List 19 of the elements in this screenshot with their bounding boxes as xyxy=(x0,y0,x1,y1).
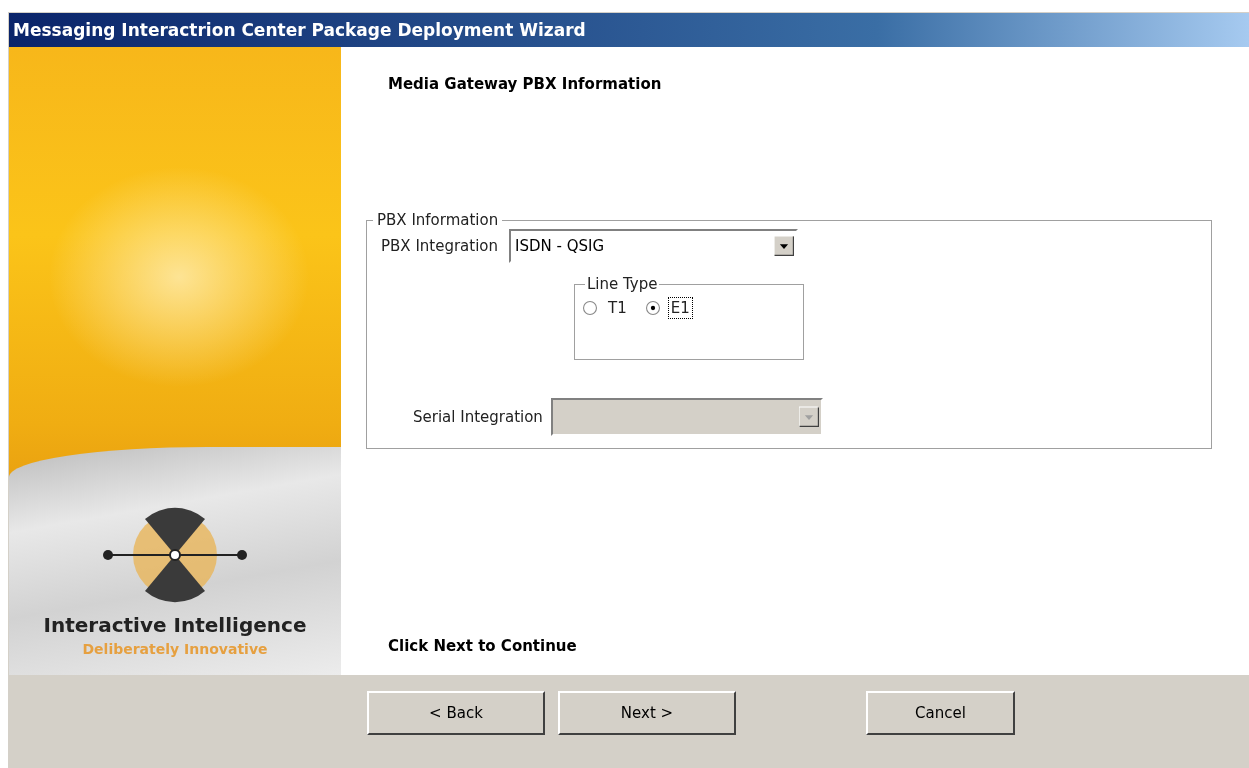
cancel-button[interactable]: Cancel xyxy=(866,691,1015,735)
window-title: Messaging Interactrion Center Package Deployment Wizard xyxy=(13,20,586,40)
group-title: Line Type xyxy=(586,275,659,293)
next-button[interactable]: Next > xyxy=(558,691,736,735)
back-button[interactable]: < Back xyxy=(367,691,545,735)
logo-icon xyxy=(100,505,250,605)
radio-label[interactable]: E1 xyxy=(667,297,693,319)
field-label: Serial Integration xyxy=(413,408,543,426)
radio-button[interactable] xyxy=(583,301,597,315)
page-heading: Media Gateway PBX Information xyxy=(388,75,663,93)
radio-button[interactable] xyxy=(645,301,660,315)
instruction-text: Click Next to Continue xyxy=(388,637,578,655)
brand-tagline: Deliberately Innovative xyxy=(82,641,268,657)
dropdown[interactable]: ISDN - QSIG xyxy=(509,229,799,263)
field-label: PBX Integration xyxy=(381,237,499,255)
brand-name: Interactive Intelligence xyxy=(43,613,307,637)
group-title: PBX Information xyxy=(376,211,500,229)
dropdown-arrow-icon[interactable] xyxy=(774,234,795,258)
radio-label[interactable]: T1 xyxy=(605,297,630,319)
